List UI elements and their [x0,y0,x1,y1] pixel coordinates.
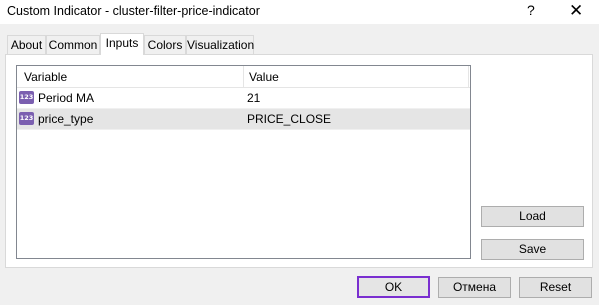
tab-colors[interactable]: Colors [144,35,186,54]
inputs-grid: Variable Value 123 Period MA 21 123 pric… [16,65,471,259]
variable-name: price_type [38,112,94,126]
title-bar: Custom Indicator - cluster-filter-price-… [0,0,599,24]
variable-value[interactable]: PRICE_CLOSE [247,112,331,126]
variable-name: Period MA [38,91,95,105]
grid-header: Variable Value [17,66,470,88]
column-header-variable[interactable]: Variable [24,70,67,84]
column-header-value[interactable]: Value [249,70,279,84]
window-title: Custom Indicator - cluster-filter-price-… [7,4,260,18]
column-divider[interactable] [468,66,469,88]
help-button[interactable]: ? [527,2,535,18]
integer-icon: 123 [19,112,34,125]
table-row[interactable]: 123 price_type PRICE_CLOSE [17,109,470,130]
integer-icon: 123 [19,91,34,104]
tab-inputs[interactable]: Inputs [100,33,144,55]
save-button[interactable]: Save [481,239,584,260]
tab-about[interactable]: About [7,35,46,54]
cancel-button[interactable]: Отмена [438,277,511,298]
close-button[interactable]: ✕ [569,0,583,22]
tab-common[interactable]: Common [46,35,100,54]
load-button[interactable]: Load [481,206,584,227]
table-row[interactable]: 123 Period MA 21 [17,88,470,109]
variable-value[interactable]: 21 [247,91,260,105]
column-divider[interactable] [243,66,244,88]
tab-visualization[interactable]: Visualization [186,35,254,54]
reset-button[interactable]: Reset [519,277,592,298]
ok-button[interactable]: OK [357,276,430,298]
